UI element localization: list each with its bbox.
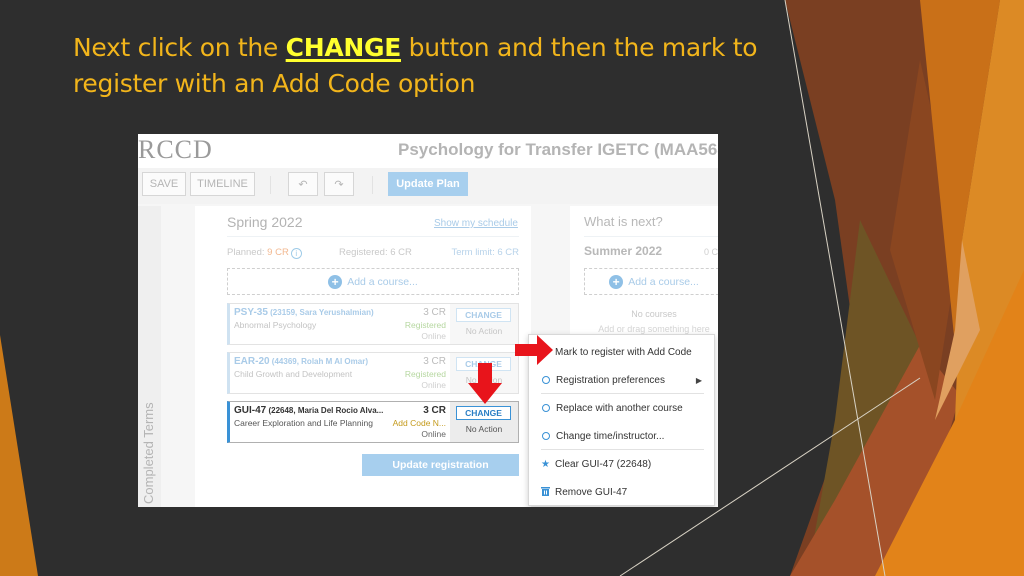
menu-item-clear-gui-47[interactable]: ★ Clear GUI-47 (22648) (541, 454, 706, 474)
action-label: No Action (465, 424, 503, 434)
toolbar-divider (372, 176, 373, 194)
save-button[interactable]: SAVE (142, 172, 186, 196)
menu-item-label: Change time/instructor... (556, 430, 665, 442)
course-section: (23159, Sara Yerushalmian) (267, 308, 374, 317)
radio-ring-icon (542, 376, 550, 384)
trash-icon (541, 486, 555, 499)
course-status: Registered (404, 369, 446, 379)
course-credits: 3 CR (423, 307, 446, 318)
drag-hint-text: Add or drag something here (598, 324, 710, 334)
course-mode: Online (421, 331, 446, 341)
menu-divider (541, 449, 704, 450)
registered-credits: Registered: 6 CR (339, 247, 412, 258)
update-plan-button[interactable]: Update Plan (388, 172, 468, 196)
red-arrow-right-icon (515, 335, 553, 365)
action-label: No Action (465, 326, 503, 336)
menu-item-label: Mark to register with Add Code (555, 346, 692, 358)
course-card-psy-35[interactable]: PSY-35 (23159, Sara Yerushalmian) Abnorm… (227, 303, 519, 345)
toolbar: SAVE TIMELINE ↶ ↷ Update Plan (138, 168, 718, 204)
star-icon: ★ (541, 458, 550, 470)
course-section: (44369, Rolah M Al Omar) (269, 357, 368, 366)
menu-divider (541, 393, 704, 394)
planned-credits: Planned: 9 CR i (227, 247, 302, 259)
menu-item-replace-course[interactable]: Replace with another course (541, 398, 706, 418)
show-my-schedule-link[interactable]: Show my schedule (434, 218, 518, 229)
toolbar-divider (270, 176, 271, 194)
app-screenshot: RCCD Psychology for Transfer IGETC (MAA5… (138, 134, 718, 507)
course-mode: Online (421, 380, 446, 390)
course-status: Add Code N... (392, 418, 446, 428)
course-code-text: PSY-35 (234, 307, 268, 318)
menu-item-registration-preferences[interactable]: Registration preferences ▶ (541, 370, 706, 390)
course-section: (22648, Maria Del Rocio Alva... (266, 406, 384, 415)
course-title: Abnormal Psychology (234, 320, 317, 330)
menu-item-change-time-instructor[interactable]: Change time/instructor... (541, 426, 706, 446)
rccd-logo: RCCD (138, 135, 213, 164)
add-course-button-summer[interactable]: + Add a course... (584, 268, 718, 295)
red-arrow-down-icon (468, 363, 502, 404)
what-is-next-heading: What is next? (584, 214, 663, 229)
course-code-text: GUI-47 (234, 405, 267, 416)
menu-item-label: Clear GUI-47 (22648) (555, 458, 652, 470)
update-registration-button[interactable]: Update registration (362, 454, 519, 476)
left-orange-shape (0, 335, 38, 576)
menu-item-remove-gui-47[interactable]: Remove GUI-47 (541, 482, 706, 502)
undo-button[interactable]: ↶ (288, 172, 318, 196)
completed-terms-label: Completed Terms (141, 402, 156, 504)
course-action-column: CHANGE No Action (450, 304, 518, 344)
planned-value: 9 CR (267, 247, 289, 258)
menu-item-mark-add-code[interactable]: Mark to register with Add Code (541, 342, 706, 362)
app-header: RCCD Psychology for Transfer IGETC (MAA5… (138, 134, 718, 168)
radio-ring-icon (542, 432, 550, 440)
plus-icon: + (609, 274, 624, 289)
slide-title: Next click on the CHANGE button and then… (73, 30, 773, 102)
course-code: GUI-47 (22648, Maria Del Rocio Alva... (234, 405, 383, 416)
term-column-spring-2022: Spring 2022 Show my schedule Planned: 9 … (195, 206, 531, 507)
course-status: Registered (404, 320, 446, 330)
summer-term-credits: 0 C (704, 247, 718, 257)
planned-label: Planned: (227, 247, 268, 258)
course-title: Career Exploration and Life Planning (234, 418, 373, 428)
change-button-gui-47[interactable]: CHANGE (456, 406, 511, 420)
course-title: Child Growth and Development (234, 369, 353, 379)
change-button[interactable]: CHANGE (456, 308, 511, 322)
course-action-column: CHANGE No Action (450, 402, 518, 442)
submenu-arrow-icon: ▶ (695, 375, 702, 385)
course-credits: 3 CR (423, 405, 446, 416)
title-prefix: Next click on the (73, 33, 286, 62)
menu-item-label: Registration preferences (556, 374, 665, 386)
add-course-button[interactable]: + Add a course... (227, 268, 519, 295)
radio-ring-icon (542, 404, 550, 412)
menu-item-label: Replace with another course (556, 402, 683, 414)
title-highlight-change: CHANGE (285, 33, 402, 62)
add-course-label: Add a course... (347, 275, 418, 288)
term-divider (227, 236, 519, 237)
no-courses-text: No courses (631, 309, 677, 319)
course-credits: 3 CR (423, 356, 446, 367)
course-card-gui-47[interactable]: GUI-47 (22648, Maria Del Rocio Alva... C… (227, 401, 519, 443)
plan-title: Psychology for Transfer IGETC (MAA568 (398, 140, 718, 159)
next-divider (584, 236, 718, 237)
course-code-text: EAR-20 (234, 356, 270, 367)
term-limit: Term limit: 6 CR (451, 247, 519, 258)
summer-term-title: Summer 2022 (584, 244, 663, 258)
term-title: Spring 2022 (227, 214, 303, 230)
change-dropdown-menu: Mark to register with Add Code Registrat… (528, 334, 715, 506)
course-code: PSY-35 (23159, Sara Yerushalmian) (234, 307, 374, 318)
timeline-button[interactable]: TIMELINE (190, 172, 255, 196)
redo-icon: ↷ (334, 178, 344, 191)
undo-icon: ↶ (298, 178, 308, 191)
plus-icon: + (328, 274, 343, 289)
course-mode: Online (421, 429, 446, 439)
redo-button[interactable]: ↷ (324, 172, 354, 196)
course-code: EAR-20 (44369, Rolah M Al Omar) (234, 356, 368, 367)
menu-item-label: Remove GUI-47 (555, 486, 628, 498)
info-icon[interactable]: i (290, 248, 302, 259)
add-course-label: Add a course... (628, 275, 699, 288)
